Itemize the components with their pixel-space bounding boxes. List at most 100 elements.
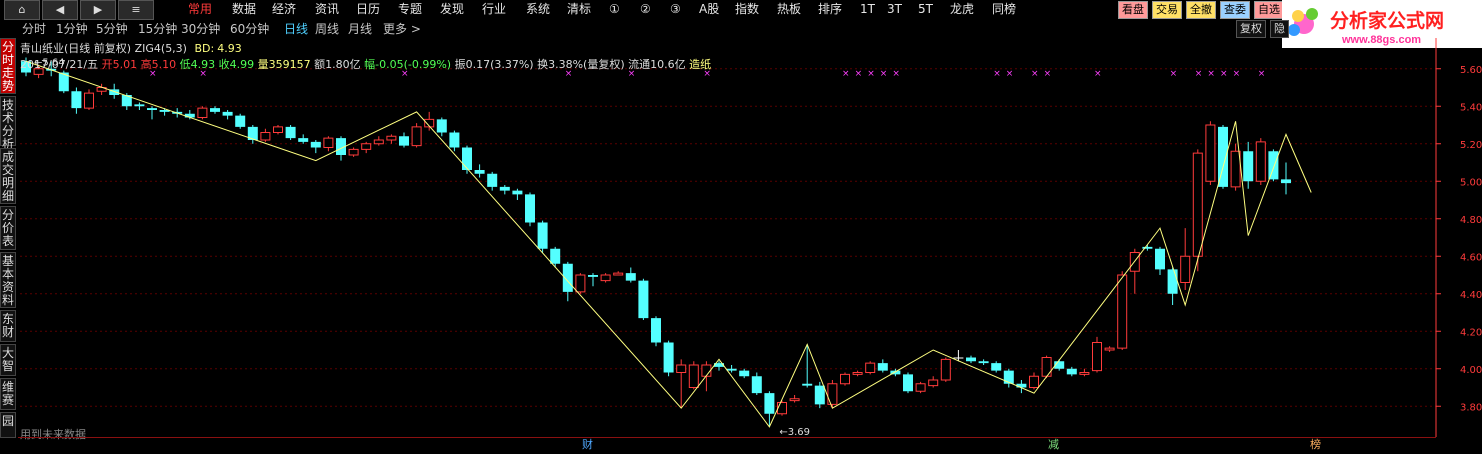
sidebar-tab-2[interactable]: 成交明细 xyxy=(0,148,16,204)
tool-button-2[interactable]: 全撤 xyxy=(1186,1,1216,19)
period-tab-9[interactable]: 更多 > xyxy=(383,20,421,38)
candle-body xyxy=(1029,375,1039,388)
menu-item-2[interactable]: 经济 xyxy=(272,0,296,18)
candle-body xyxy=(411,126,422,147)
event-bar: 财减榜 xyxy=(18,437,1436,454)
menu-item-8[interactable]: 系统 xyxy=(526,0,550,18)
menu-item-9[interactable]: 清标 xyxy=(567,0,591,18)
menu-item-3[interactable]: 资讯 xyxy=(315,0,339,18)
period-tab-6[interactable]: 日线 xyxy=(284,20,308,38)
period-tab-5[interactable]: 60分钟 xyxy=(230,20,269,38)
menu-item-0[interactable]: 常用 xyxy=(188,0,212,18)
candle-body xyxy=(777,402,787,415)
candle-body xyxy=(462,147,472,170)
sidebar-tab-6[interactable]: 大智 xyxy=(0,344,16,376)
sidebar-tab-3[interactable]: 分价表 xyxy=(0,206,16,250)
sidebar-tab-0[interactable]: 分时走势 xyxy=(0,38,16,94)
info-open: 开5.01 xyxy=(101,58,138,71)
candle-body xyxy=(625,273,636,281)
signal-marker: × xyxy=(855,69,863,79)
sidebar-tab-5[interactable]: 东财 xyxy=(0,310,16,342)
candle-body xyxy=(474,170,485,174)
menu-button[interactable]: ≡ xyxy=(118,0,154,20)
sidebar-tab-7[interactable]: 维赛 xyxy=(0,378,16,410)
candle-body xyxy=(147,108,157,110)
menu-item-16[interactable]: 排序 xyxy=(818,0,842,18)
menu-item-15[interactable]: 热板 xyxy=(777,0,801,18)
info-float: 流通10.6亿 xyxy=(628,58,686,71)
menu-item-4[interactable]: 日历 xyxy=(356,0,380,18)
candle-body xyxy=(235,115,246,127)
candle-body xyxy=(814,385,825,405)
menu-item-11[interactable]: ② xyxy=(640,0,651,18)
period-tab-0[interactable]: 分时 xyxy=(22,20,46,38)
signal-marker: × xyxy=(1094,69,1102,79)
candle-body xyxy=(84,92,94,109)
event-marker-2[interactable]: 榜 xyxy=(1308,438,1323,452)
candle-body xyxy=(499,186,510,191)
menu-item-12[interactable]: ③ xyxy=(670,0,681,18)
fuquan-button[interactable]: 复权 xyxy=(1236,20,1266,38)
y-tick-label: 3.80 xyxy=(1460,402,1482,413)
kline-chart[interactable]: 5.60 5.40 5.20 5.00 4.80 4.60 4.40 4.20 4.00 3.80… xyxy=(18,38,1482,437)
candle-body xyxy=(1016,383,1027,388)
tool-button-0[interactable]: 看盘 xyxy=(1118,1,1148,19)
menu-item-13[interactable]: A股 xyxy=(699,0,719,18)
candle-body xyxy=(1104,347,1115,351)
info-close: 收4.99 xyxy=(218,58,255,71)
candle-body xyxy=(1092,342,1102,372)
candle-body xyxy=(1281,179,1291,184)
tool-button-4[interactable]: 自选 xyxy=(1254,1,1284,19)
event-marker-1[interactable]: 减 xyxy=(1046,438,1061,452)
menu-item-14[interactable]: 指数 xyxy=(735,0,759,18)
period-tab-4[interactable]: 30分钟 xyxy=(181,20,220,38)
candle-body xyxy=(966,357,976,362)
candle-body xyxy=(361,143,372,150)
stock-info-line2: 2017/07/21/五 开5.01 高5.10 低4.93 收4.99 量35… xyxy=(20,56,711,72)
hide-button[interactable]: 隐 xyxy=(1270,20,1289,38)
candle-body xyxy=(512,190,523,195)
home-button[interactable]: ⌂ xyxy=(4,0,40,20)
candle-body xyxy=(298,138,309,142)
sidebar-tab-1[interactable]: 技术分析 xyxy=(0,96,16,151)
signal-marker: × xyxy=(1233,69,1241,79)
tool-button-3[interactable]: 查委 xyxy=(1220,1,1250,19)
candle-body xyxy=(386,135,397,141)
sidebar-tab-4[interactable]: 基本资料 xyxy=(0,252,16,308)
tool-button-1[interactable]: 交易 xyxy=(1152,1,1182,19)
menu-item-19[interactable]: 5T xyxy=(918,0,933,18)
candle-body xyxy=(449,132,460,148)
info-amplitude: 振0.17(3.37%) xyxy=(454,58,534,71)
menu-item-10[interactable]: ① xyxy=(609,0,620,18)
candle-body xyxy=(877,363,888,371)
menu-item-21[interactable]: 同榜 xyxy=(992,0,1016,18)
signal-marker: × xyxy=(1258,69,1266,79)
candle-body xyxy=(1180,255,1191,283)
menu-item-20[interactable]: 龙虎 xyxy=(950,0,974,18)
menu-item-17[interactable]: 1T xyxy=(860,0,875,18)
candle-body xyxy=(260,132,271,141)
back-button[interactable]: ◀ xyxy=(42,0,78,20)
menu-item-1[interactable]: 数据 xyxy=(232,0,256,18)
candle-body xyxy=(865,362,876,373)
candle-body xyxy=(663,342,674,373)
period-tab-3[interactable]: 15分钟 xyxy=(138,20,177,38)
period-tab-7[interactable]: 周线 xyxy=(315,20,339,38)
event-marker-0[interactable]: 财 xyxy=(580,438,595,452)
left-sidebar: 分时走势技术分析 成交明细分价表基本资料东财 大智 维赛园 xyxy=(0,38,18,453)
menu-item-7[interactable]: 行业 xyxy=(482,0,506,18)
menu-item-6[interactable]: 发现 xyxy=(440,0,464,18)
period-tab-2[interactable]: 5分钟 xyxy=(96,20,128,38)
candle-body xyxy=(273,126,283,133)
y-tick-label: 5.00 xyxy=(1460,177,1482,188)
candle-body xyxy=(802,383,813,386)
forward-button[interactable]: ▶ xyxy=(80,0,116,20)
candle-body xyxy=(638,280,649,319)
menu-item-5[interactable]: 专题 xyxy=(398,0,422,18)
menu-item-18[interactable]: 3T xyxy=(887,0,902,18)
period-tab-8[interactable]: 月线 xyxy=(348,20,372,38)
period-tab-1[interactable]: 1分钟 xyxy=(56,20,88,38)
candle-body xyxy=(928,379,939,387)
info-amount: 额1.80亿 xyxy=(314,58,361,71)
sidebar-tab-8[interactable]: 园 xyxy=(0,412,16,438)
